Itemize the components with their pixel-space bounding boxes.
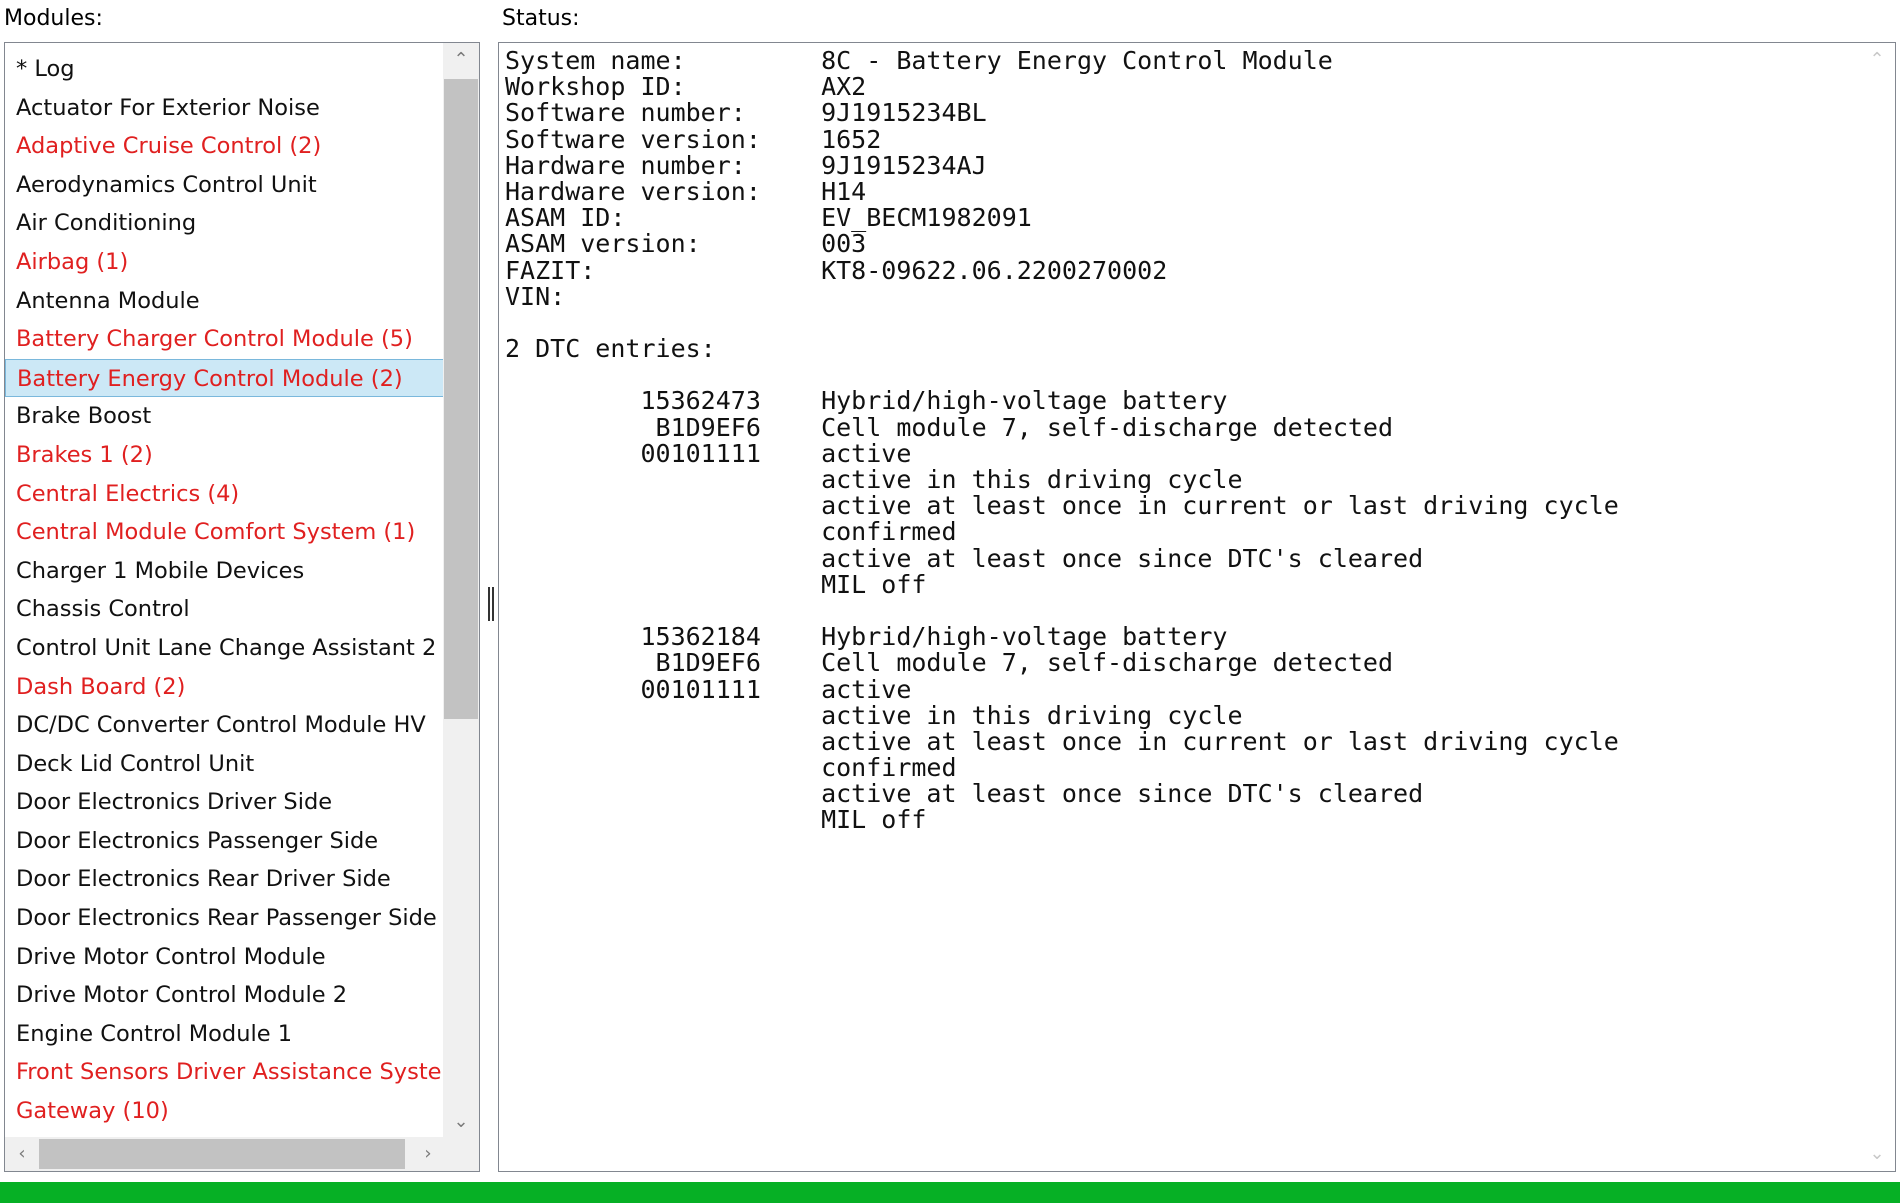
status-line: active at least once in current or last … (505, 491, 1619, 521)
status-line: 15362184 Hybrid/high-voltage battery (505, 622, 1228, 652)
module-list-item[interactable]: Door Electronics Rear Driver Side (5, 860, 445, 899)
modules-vertical-scroll-thumb[interactable] (444, 79, 478, 719)
module-list-item[interactable]: Actuator For Exterior Noise (5, 89, 445, 128)
panel-splitter[interactable] (484, 42, 498, 1172)
status-line: B1D9EF6 Cell module 7, self-discharge de… (505, 412, 1394, 442)
status-line: FAZIT: KT8-09622.06.2200270002 (505, 255, 1168, 285)
module-list-item[interactable]: Control Unit Lane Change Assistant 2 (5, 629, 445, 668)
module-list-item[interactable]: Battery Charger Control Module (5) (5, 320, 445, 359)
chevron-up-icon[interactable]: ⌃ (443, 43, 479, 77)
module-list-item[interactable]: Deck Lid Control Unit (5, 745, 445, 784)
status-panel[interactable]: System name: 8C - Battery Energy Control… (498, 42, 1896, 1172)
modules-label: Modules: (4, 6, 103, 31)
status-line: Hardware number: 9J1915234AJ (505, 150, 987, 180)
status-line: active at least once since DTC's cleared (505, 543, 1424, 573)
module-list-item[interactable]: Door Electronics Rear Passenger Side (5, 899, 445, 938)
progress-fill (0, 1182, 1900, 1203)
status-line: Hardware version: H14 (505, 176, 867, 206)
status-line: 15362473 Hybrid/high-voltage battery (505, 386, 1228, 416)
status-line: 2 DTC entries: (505, 334, 716, 364)
module-list-item[interactable]: * Log (5, 50, 445, 89)
status-line: active at least once since DTC's cleared (505, 779, 1424, 809)
module-list-item[interactable]: Airbag (1) (5, 243, 445, 282)
module-list-item[interactable]: Gateway (10) (5, 1092, 445, 1131)
module-list-item[interactable]: Central Electrics (4) (5, 475, 445, 514)
status-label: Status: (502, 6, 580, 31)
status-line: Software version: 1652 (505, 124, 882, 154)
status-vertical-scrollbar[interactable]: ⌃ ⌄ (1859, 43, 1895, 1171)
module-list-item[interactable]: Central Module Comfort System (1) (5, 513, 445, 552)
status-line: confirmed (505, 517, 957, 547)
module-list-item[interactable]: Engine Control Module 1 (5, 1015, 445, 1054)
module-list-item[interactable]: Battery Energy Control Module (2) (5, 358, 445, 398)
status-line: active at least once in current or last … (505, 726, 1619, 756)
module-list-item[interactable]: Air Conditioning (5, 204, 445, 243)
status-text: System name: 8C - Battery Energy Control… (505, 45, 1619, 835)
module-list-item[interactable]: Brakes 1 (2) (5, 436, 445, 475)
module-list-item[interactable]: Chassis Control (5, 590, 445, 629)
chevron-left-icon[interactable]: ‹ (5, 1137, 39, 1171)
modules-horizontal-scrollbar[interactable]: ‹ › (5, 1137, 445, 1171)
status-line: active in this driving cycle (505, 465, 1243, 494)
status-line: ASAM ID: EV_BECM1982091 (505, 203, 1032, 233)
scrollbar-corner (443, 1137, 479, 1171)
module-list-item[interactable]: Door Electronics Passenger Side (5, 822, 445, 861)
module-list-item[interactable]: Antenna Module (5, 282, 445, 321)
chevron-up-icon[interactable]: ⌃ (1859, 43, 1895, 77)
module-list-item[interactable]: DC/DC Converter Control Module HV (5, 706, 445, 745)
module-list-item[interactable]: Drive Motor Control Module 2 (5, 976, 445, 1015)
status-line (505, 359, 1619, 385)
chevron-down-icon[interactable]: ⌄ (443, 1105, 479, 1139)
module-list-item[interactable]: Door Electronics Driver Side (5, 783, 445, 822)
status-line: Workshop ID: AX2 (505, 72, 867, 102)
modules-horizontal-scroll-thumb[interactable] (39, 1139, 405, 1169)
modules-vertical-scrollbar[interactable]: ⌃ ⌄ (443, 43, 479, 1139)
module-list-item[interactable]: Drive Motor Control Module (5, 938, 445, 977)
module-list-item[interactable]: Charger 1 Mobile Devices (5, 552, 445, 591)
status-line: ASAM version: 003 (505, 229, 867, 259)
status-line: 00101111 active (505, 674, 912, 704)
status-line: active in this driving cycle (505, 700, 1243, 730)
status-line: System name: 8C - Battery Energy Control… (505, 46, 1333, 75)
progress-bar (0, 1182, 1900, 1203)
modules-list-panel[interactable]: * Log Actuator For Exterior Noise Adaptive… (4, 42, 480, 1172)
chevron-right-icon[interactable]: › (411, 1137, 445, 1171)
status-line (505, 307, 1619, 333)
status-line: B1D9EF6 Cell module 7, self-discharge de… (505, 648, 1394, 678)
module-list-item[interactable]: Aerodynamics Control Unit (5, 166, 445, 205)
chevron-down-icon[interactable]: ⌄ (1859, 1137, 1895, 1171)
splitter-grip-icon[interactable] (488, 587, 494, 621)
module-list[interactable]: * Log Actuator For Exterior Noise Adaptive… (5, 50, 479, 1131)
module-list-item[interactable]: Front Sensors Driver Assistance System (… (5, 1053, 479, 1092)
module-list-item[interactable]: Brake Boost (5, 397, 445, 436)
status-line: MIL off (505, 805, 927, 835)
module-list-item[interactable]: Dash Board (2) (5, 668, 445, 707)
module-list-item[interactable]: Adaptive Cruise Control (2) (5, 127, 445, 166)
status-line: Software number: 9J1915234BL (505, 98, 987, 128)
